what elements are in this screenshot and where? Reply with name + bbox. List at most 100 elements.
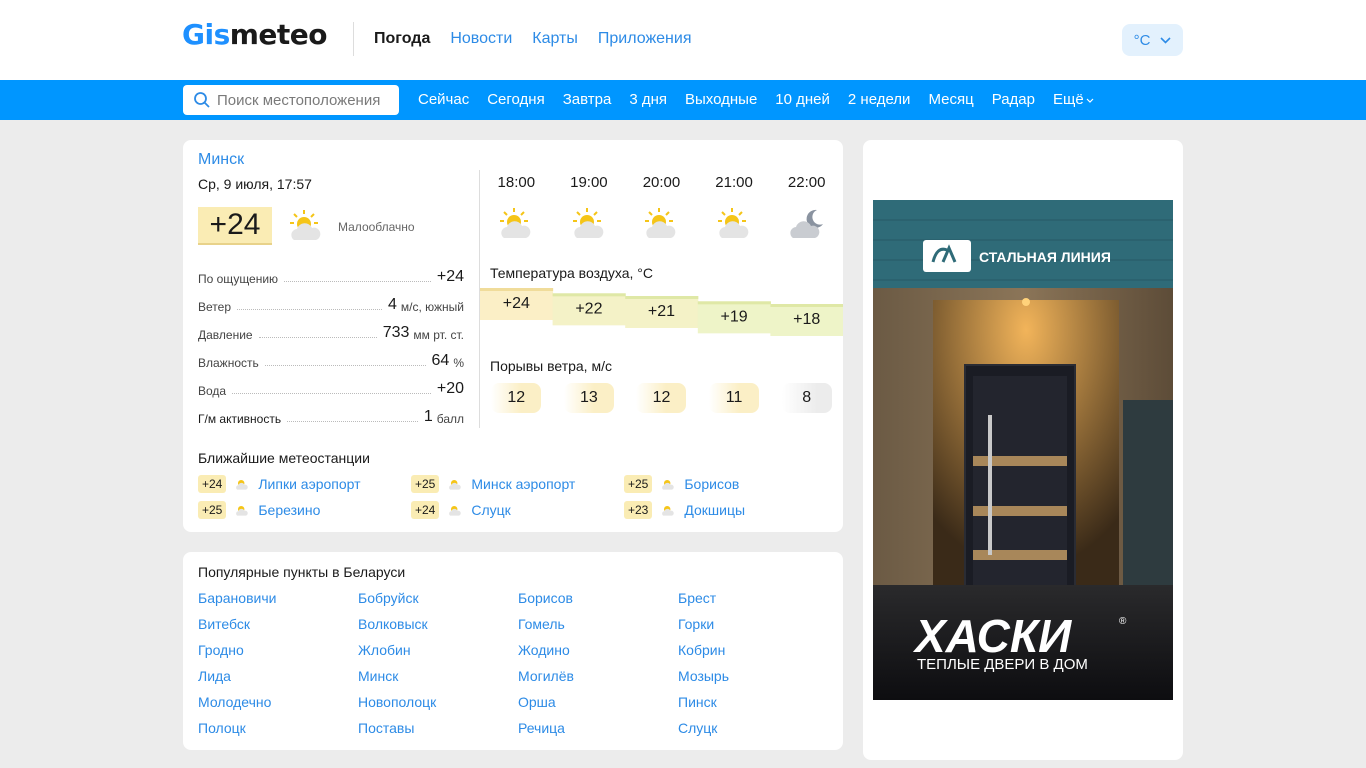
popular-city-link[interactable]: Бобруйск [358, 590, 518, 608]
search-input[interactable] [217, 91, 397, 109]
popular-city-link[interactable]: Жодино [518, 642, 678, 660]
nav-now[interactable]: Сейчас [418, 91, 469, 108]
hour-temperature: +24 [503, 295, 530, 312]
hour-label: 20:00 [642, 174, 681, 191]
logo[interactable]: Gismeteo [182, 18, 328, 51]
nav-3-days[interactable]: 3 дня [629, 91, 667, 108]
popular-title: Популярные пункты в Беларуси [198, 564, 406, 580]
partly-cloudy-day-icon [698, 204, 771, 244]
partly-cloudy-night-icon [770, 204, 843, 244]
popular-city-link[interactable]: Жлобин [358, 642, 518, 660]
main-nav: Погода Новости Карты Приложения [374, 30, 691, 48]
popular-city-link[interactable]: Пинск [678, 694, 838, 712]
gust-value: 11 [709, 383, 760, 413]
popular-city-link[interactable]: Борисов [518, 590, 678, 608]
popular-city-link[interactable]: Новополоцк [358, 694, 518, 712]
nav-weekend[interactable]: Выходные [685, 91, 757, 108]
gust-value: 8 [781, 383, 832, 413]
wind-gusts: 12 13 12 11 8 [480, 383, 843, 413]
param-wind: Ветер 4 м/c, южный [198, 296, 464, 314]
partly-cloudy-day-icon [480, 204, 553, 244]
nav-weather[interactable]: Погода [374, 30, 430, 48]
hour-label: 18:00 [497, 174, 536, 191]
gust-value: 12 [636, 383, 687, 413]
popular-city-link[interactable]: Мозырь [678, 668, 838, 686]
weather-params: По ощущению +24 Ветер 4 м/c, южный Давление… [198, 258, 464, 426]
popular-city-link[interactable]: Брест [678, 590, 838, 608]
popular-city-link[interactable]: Горки [678, 616, 838, 634]
partly-cloudy-day-icon [236, 506, 249, 516]
param-pressure: Давление 733 мм рт. ст. [198, 324, 464, 342]
popular-city-link[interactable]: Молодечно [198, 694, 358, 712]
nearby-stations: +24 Липки аэропорт +25 Минск аэропорт +25 Б… [198, 474, 838, 520]
ad-brand: СТАЛЬНАЯ ЛИНИЯ [979, 249, 1111, 265]
popular-city-link[interactable]: Кобрин [678, 642, 838, 660]
nav-2-weeks[interactable]: 2 недели [848, 91, 911, 108]
station-item[interactable]: +25 Борисов [624, 474, 838, 494]
popular-city-link[interactable]: Минск [358, 668, 518, 686]
forecast-period-nav: Сейчас Сегодня Завтра 3 дня Выходные 10 … [418, 91, 1094, 108]
chevron-down-icon [1086, 98, 1094, 103]
station-item[interactable]: +25 Березино [198, 500, 411, 520]
popular-city-link[interactable]: Могилёв [518, 668, 678, 686]
unit-label: °C [1133, 31, 1151, 49]
hour-label: 19:00 [570, 174, 608, 191]
popular-city-link[interactable]: Лида [198, 668, 358, 686]
popular-places-card: Популярные пункты в Беларуси Барановичи Б… [183, 552, 843, 750]
nav-news[interactable]: Новости [450, 30, 512, 48]
hourly-times: 18:00 19:00 20:00 21:00 22:00 [480, 174, 843, 191]
current-weather-card: Минск Ср, 9 июля, 17:57 +24 Малооблачно … [183, 140, 843, 532]
gust-value: 12 [491, 383, 542, 413]
popular-city-link[interactable]: Гродно [198, 642, 358, 660]
param-feels-like: По ощущению +24 [198, 268, 464, 286]
gust-value: 13 [563, 383, 614, 413]
ad-registered-mark: ® [1119, 616, 1127, 627]
header-divider [353, 22, 354, 56]
popular-city-link[interactable]: Поставы [358, 720, 518, 738]
partly-cloudy-day-icon [286, 206, 326, 251]
param-geomagnetic: Г/м активность 1 балл [198, 408, 464, 426]
hour-temperature: +21 [648, 303, 675, 320]
nav-10-days[interactable]: 10 дней [775, 91, 830, 108]
popular-city-link[interactable]: Слуцк [678, 720, 838, 738]
ad-banner[interactable]: СТАЛЬНАЯ ЛИНИЯ ХАСКИ ® ТЕПЛЫЕ ДВЕРИ В ДО… [873, 200, 1173, 700]
popular-city-link[interactable]: Гомель [518, 616, 678, 634]
station-item[interactable]: +24 Слуцк [411, 500, 624, 520]
popular-city-link[interactable]: Полоцк [198, 720, 358, 738]
popular-city-link[interactable]: Орша [518, 694, 678, 712]
hour-temperature: +18 [793, 311, 820, 328]
nav-apps[interactable]: Приложения [598, 30, 692, 48]
station-item[interactable]: +24 Липки аэропорт [198, 474, 411, 494]
forecast-nav-bar: Сейчас Сегодня Завтра 3 дня Выходные 10 … [0, 80, 1366, 120]
gust-title: Порывы ветра, м/с [490, 358, 612, 374]
partly-cloudy-day-icon [236, 480, 249, 490]
city-link[interactable]: Минск [198, 151, 244, 169]
search-icon [194, 92, 210, 108]
current-datetime: Ср, 9 июля, 17:57 [198, 176, 312, 192]
nav-radar[interactable]: Радар [992, 91, 1035, 108]
nav-maps[interactable]: Карты [532, 30, 578, 48]
param-water: Вода +20 [198, 380, 464, 398]
hour-label: 21:00 [715, 174, 753, 191]
popular-city-link[interactable]: Барановичи [198, 590, 358, 608]
nav-tomorrow[interactable]: Завтра [563, 91, 612, 108]
popular-city-link[interactable]: Волковыск [358, 616, 518, 634]
station-item[interactable]: +25 Минск аэропорт [411, 474, 624, 494]
temp-step-edge [552, 293, 626, 297]
nav-month[interactable]: Месяц [928, 91, 973, 108]
hour-temperature: +19 [721, 308, 748, 325]
partly-cloudy-day-icon [662, 506, 675, 516]
temp-step-edge [480, 288, 554, 291]
param-humidity: Влажность 64% [198, 352, 464, 370]
nav-more[interactable]: Ещё [1053, 91, 1094, 108]
search-box[interactable] [183, 85, 399, 115]
nav-today[interactable]: Сегодня [487, 91, 545, 108]
temp-step-edge [625, 296, 699, 299]
unit-selector-button[interactable]: °C [1122, 24, 1183, 56]
popular-city-link[interactable]: Витебск [198, 616, 358, 634]
popular-city-link[interactable]: Речица [518, 720, 678, 738]
popular-cities-list: Барановичи Бобруйск Борисов Брест Витебск Вол… [198, 590, 838, 738]
hourly-icons [480, 204, 843, 244]
partly-cloudy-day-icon [449, 506, 462, 516]
station-item[interactable]: +23 Докшицы [624, 500, 838, 520]
